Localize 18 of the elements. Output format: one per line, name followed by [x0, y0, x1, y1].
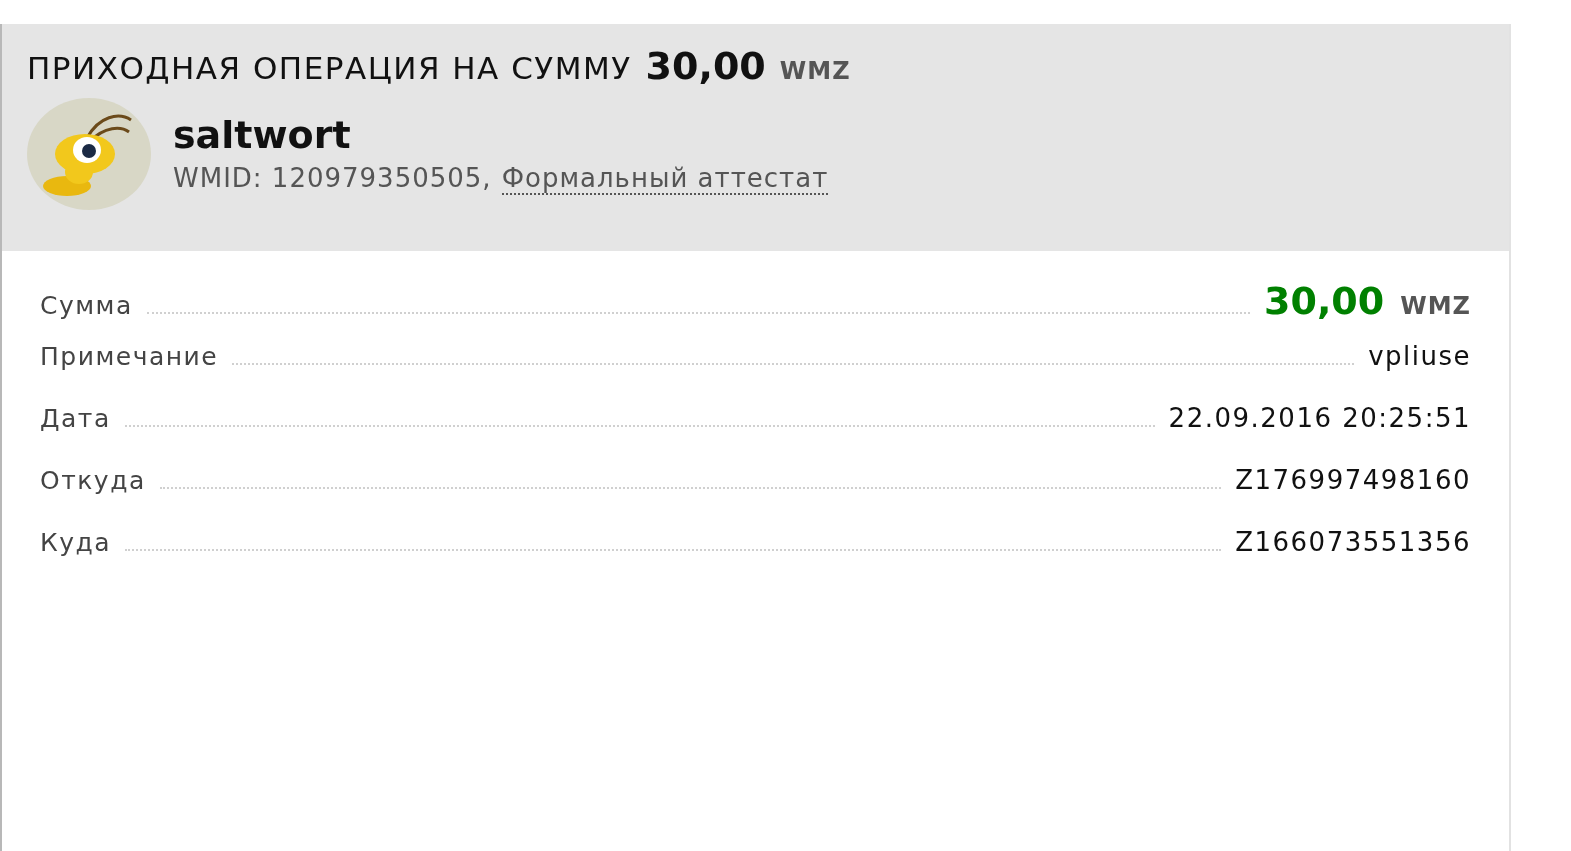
detail-value: Z166073551356	[1235, 527, 1471, 557]
operation-title: ПРИХОДНАЯ ОПЕРАЦИЯ НА СУММУ	[27, 50, 632, 86]
detail-value: 22.09.2016 20:25:51	[1168, 403, 1471, 433]
detail-value: Z176997498160	[1235, 465, 1471, 495]
user-name: saltwort	[173, 113, 352, 157]
detail-label: Примечание	[40, 342, 219, 371]
title-amount: 30,00	[645, 44, 766, 88]
currency-label: WMZ	[1400, 292, 1471, 320]
attestat-link[interactable]: Формальный аттестат	[501, 163, 829, 195]
detail-label: Сумма	[40, 291, 133, 320]
wmid-text: WMID: 120979350505,	[173, 163, 492, 195]
detail-label: Дата	[40, 404, 111, 433]
avatar-icon	[27, 98, 151, 210]
detail-label: Откуда	[40, 466, 146, 495]
detail-value: vpliuse	[1368, 341, 1471, 371]
amount-value: 30,00	[1264, 279, 1385, 323]
detail-label: Куда	[40, 528, 112, 557]
currency-label: WMZ	[779, 57, 851, 85]
